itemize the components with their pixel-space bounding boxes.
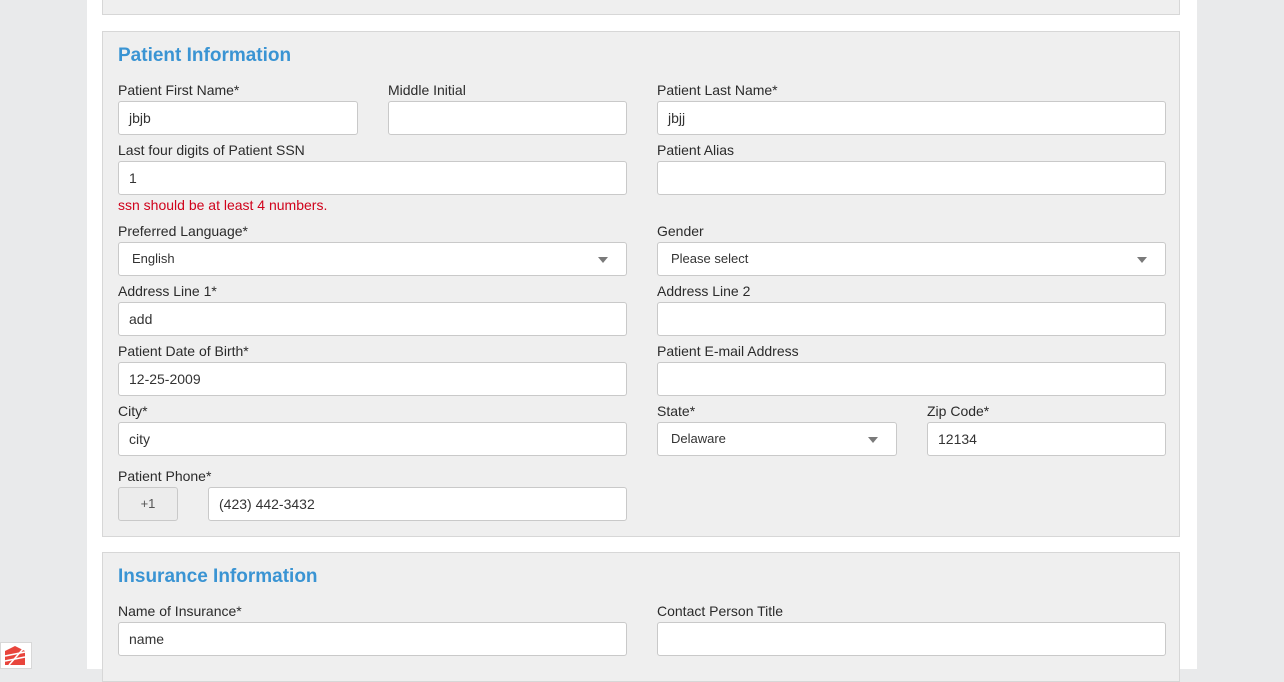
address1-input[interactable]: add: [118, 302, 627, 336]
previous-section: [102, 0, 1180, 15]
dob-label: Patient Date of Birth*: [118, 343, 249, 359]
ssn-error-message: ssn should be at least 4 numbers.: [118, 197, 328, 213]
phone-label: Patient Phone*: [118, 468, 212, 484]
email-input[interactable]: [657, 362, 1166, 396]
language-select[interactable]: English: [118, 242, 627, 276]
section-title: Patient Information: [118, 45, 292, 66]
app-logo-icon-graphic: [4, 646, 26, 666]
ssn-label: Last four digits of Patient SSN: [118, 142, 305, 158]
zip-label: Zip Code*: [927, 403, 990, 419]
address2-label: Address Line 2: [657, 283, 751, 299]
patient-information-section: Patient Information Patient First Name* …: [102, 31, 1180, 537]
insurance-name-input[interactable]: name: [118, 622, 627, 656]
email-label: Patient E-mail Address: [657, 343, 799, 359]
language-selected-value: English: [132, 251, 175, 266]
contact-title-input[interactable]: [657, 622, 1166, 656]
city-input[interactable]: city: [118, 422, 627, 456]
city-label: City*: [118, 403, 148, 419]
state-label: State*: [657, 403, 696, 419]
state-selected-value: Delaware: [671, 431, 726, 446]
app-logo-icon[interactable]: [0, 642, 32, 669]
gender-label: Gender: [657, 223, 704, 239]
first-name-label: Patient First Name*: [118, 82, 240, 98]
phone-country-code: +1: [118, 487, 178, 521]
dob-input[interactable]: 12-25-2009: [118, 362, 627, 396]
ssn-input[interactable]: 1: [118, 161, 627, 195]
last-name-label: Patient Last Name*: [657, 82, 778, 98]
phone-input[interactable]: (423) 442-3432: [208, 487, 627, 521]
gender-select[interactable]: Please select: [657, 242, 1166, 276]
alias-input[interactable]: [657, 161, 1166, 195]
page-container: Patient Information Patient First Name* …: [87, 0, 1197, 682]
alias-label: Patient Alias: [657, 142, 735, 158]
gender-selected-value: Please select: [671, 251, 749, 266]
address2-input[interactable]: [657, 302, 1166, 336]
chevron-down-icon: [1137, 257, 1147, 263]
chevron-down-icon: [868, 437, 878, 443]
section-title: Insurance Information: [118, 566, 318, 587]
zip-input[interactable]: 12134: [927, 422, 1166, 456]
address1-label: Address Line 1*: [118, 283, 217, 299]
first-name-input[interactable]: jbjb: [118, 101, 358, 135]
contact-title-label: Contact Person Title: [657, 603, 784, 619]
last-name-input[interactable]: jbjj: [657, 101, 1166, 135]
middle-initial-input[interactable]: [388, 101, 627, 135]
insurance-information-section: Insurance Information Name of Insurance*…: [102, 552, 1180, 682]
insurance-name-label: Name of Insurance*: [118, 603, 242, 619]
middle-initial-label: Middle Initial: [388, 82, 466, 98]
language-label: Preferred Language*: [118, 223, 248, 239]
chevron-down-icon: [598, 257, 608, 263]
state-select[interactable]: Delaware: [657, 422, 897, 456]
